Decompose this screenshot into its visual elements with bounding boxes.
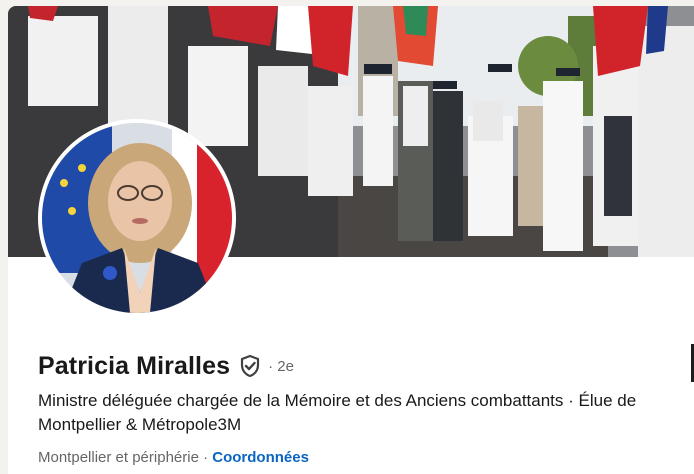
- connection-degree: · 2e: [268, 357, 294, 375]
- verified-shield-icon[interactable]: [238, 354, 262, 378]
- profile-headline: Ministre déléguée chargée de la Mémoire …: [38, 391, 637, 434]
- name-row: Patricia Miralles · 2e: [38, 346, 294, 386]
- portrait-photo: [42, 123, 232, 313]
- location-row: Montpellier et périphérie · Coordonnées: [38, 447, 309, 469]
- location-separator: ·: [198, 449, 213, 466]
- profile-photo[interactable]: [38, 119, 236, 317]
- profile-card: Patricia Miralles · 2e Ministre déléguée…: [8, 6, 694, 474]
- contact-info-link[interactable]: Coordonnées: [212, 449, 309, 466]
- avatar: [42, 123, 232, 313]
- location-text: Montpellier et périphérie: [38, 449, 199, 466]
- profile-name: Patricia Miralles: [38, 351, 231, 380]
